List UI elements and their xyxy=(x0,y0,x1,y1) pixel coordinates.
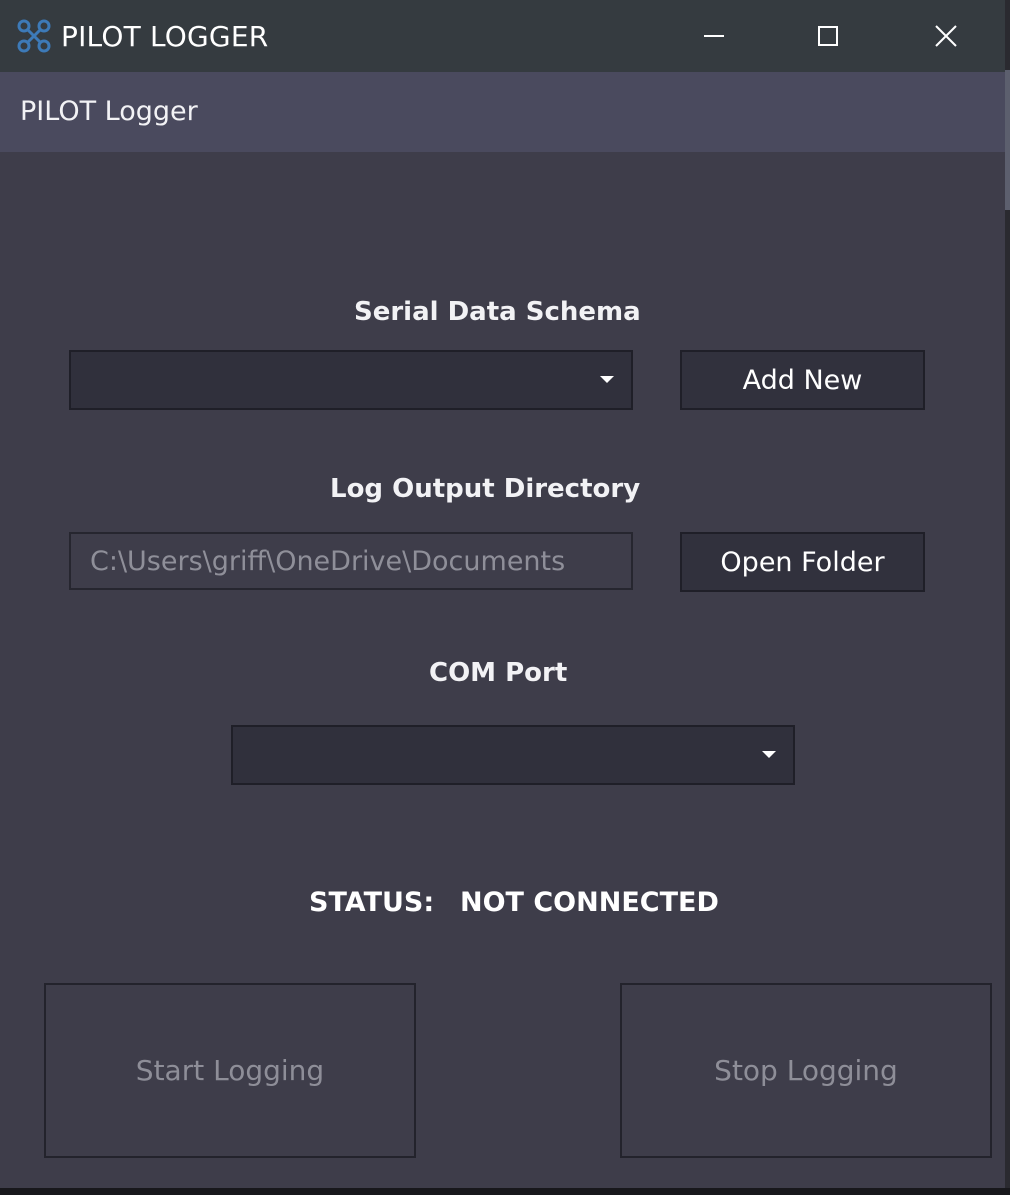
status-value: NOT CONNECTED xyxy=(460,887,719,918)
app-header: PILOT Logger xyxy=(0,72,1005,152)
log-output-label: Log Output Directory xyxy=(330,474,641,504)
close-button[interactable] xyxy=(888,0,1004,72)
open-folder-button[interactable]: Open Folder xyxy=(680,532,925,592)
com-port-label: COM Port xyxy=(429,658,568,688)
title-bar[interactable]: PILOT LOGGER xyxy=(0,0,1005,72)
app-window: PILOT LOGGER PILOT Logger Serial Data Sc… xyxy=(0,0,1005,1188)
schema-dropdown[interactable] xyxy=(69,350,633,410)
background-scrollbar-thumb xyxy=(1005,70,1010,210)
drone-icon xyxy=(17,19,51,53)
log-directory-field[interactable]: C:\Users\griff\OneDrive\Documents xyxy=(69,532,633,590)
add-new-button[interactable]: Add New xyxy=(680,350,925,410)
close-icon xyxy=(935,25,957,47)
window-bottom-edge xyxy=(0,1188,1010,1195)
page-title: PILOT Logger xyxy=(20,96,198,127)
maximize-button[interactable] xyxy=(770,0,886,72)
status-label: STATUS: xyxy=(309,887,435,918)
chevron-down-icon xyxy=(600,376,614,383)
minimize-icon xyxy=(704,35,724,37)
minimize-button[interactable] xyxy=(656,0,772,72)
window-title: PILOT LOGGER xyxy=(61,20,269,53)
window-edge xyxy=(1005,0,1010,1195)
maximize-icon xyxy=(818,26,838,46)
chevron-down-icon xyxy=(762,751,776,758)
com-port-dropdown[interactable] xyxy=(231,725,795,785)
status-row: STATUS: NOT CONNECTED xyxy=(0,883,1005,923)
schema-label: Serial Data Schema xyxy=(354,297,641,327)
stop-logging-button[interactable]: Stop Logging xyxy=(620,983,992,1158)
start-logging-button[interactable]: Start Logging xyxy=(44,983,416,1158)
